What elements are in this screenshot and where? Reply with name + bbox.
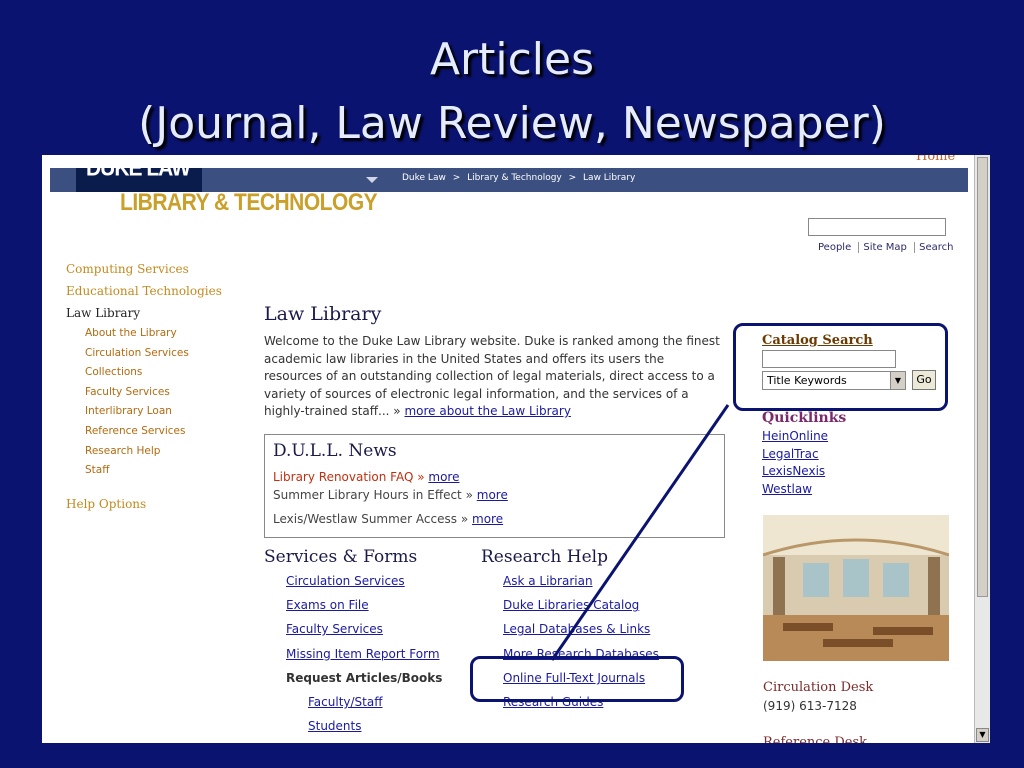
news-title: D.U.L.L. News [273, 441, 397, 461]
sidebar-item-help-options[interactable]: Help Options [66, 493, 222, 515]
lexisnexis-link[interactable]: LexisNexis [762, 464, 825, 478]
quicklink-item: Westlaw [762, 481, 846, 499]
logo-library-technology[interactable]: LIBRARY & TECHNOLOGY [120, 189, 378, 217]
research-link: Duke Libraries Catalog [481, 593, 659, 617]
sidebar-item-faculty[interactable]: Faculty Services [66, 383, 222, 403]
scroll-down-arrow-icon[interactable]: ▼ [976, 728, 989, 742]
services-title: Services & Forms [264, 547, 418, 567]
catalog-search-highlight [733, 323, 948, 411]
heinonline-link[interactable]: HeinOnline [762, 429, 828, 443]
slide-title-line2: (Journal, Law Review, Newspaper) [138, 98, 886, 149]
breadcrumb: Duke Law > Library & Technology > Law Li… [402, 173, 639, 183]
quicklink-item: LexisNexis [762, 463, 846, 481]
circulation-desk: Circulation Desk (919) 613-7128 [763, 680, 873, 713]
vertical-scrollbar[interactable]: ▼ [974, 155, 990, 743]
legal-databases-link[interactable]: Legal Databases & Links [503, 622, 650, 636]
news-box: D.U.L.L. News Library Renovation FAQ » m… [264, 434, 725, 538]
quicklinks: Quicklinks HeinOnline LegalTrac LexisNex… [762, 410, 846, 498]
news-item: Lexis/Westlaw Summer Access » more [273, 507, 716, 531]
services-forms: Services & Forms Circulation Services Ex… [264, 547, 442, 738]
news-item-text: Library Renovation FAQ » [273, 470, 425, 484]
sidebar-item-computing-services[interactable]: Computing Services [66, 258, 222, 280]
services-link: Students [264, 714, 442, 738]
services-link: Exams on File [264, 593, 442, 617]
services-link: Missing Item Report Form [264, 642, 442, 666]
exams-on-file-link[interactable]: Exams on File [286, 598, 369, 612]
faculty-services-link[interactable]: Faculty Services [286, 622, 383, 636]
circulation-desk-phone: (919) 613-7128 [763, 699, 857, 713]
legaltrac-link[interactable]: LegalTrac [762, 447, 819, 461]
sidebar-item-law-library[interactable]: Law Library [66, 302, 222, 324]
news-item: Summer Library Hours in Effect » more [273, 483, 716, 507]
page-title: Law Library [264, 303, 382, 325]
library-photo [763, 515, 949, 661]
home-link[interactable]: Home [916, 155, 955, 164]
sidebar-item-educational-technologies[interactable]: Educational Technologies [66, 280, 222, 302]
research-title: Research Help [481, 547, 608, 567]
services-link: Faculty Services [264, 617, 442, 641]
duke-catalog-link[interactable]: Duke Libraries Catalog [503, 598, 639, 612]
people-link[interactable]: People [818, 242, 855, 253]
more-about-link[interactable]: more about the Law Library [404, 404, 570, 418]
news-item-text: Summer Library Hours in Effect » [273, 488, 473, 502]
missing-item-link[interactable]: Missing Item Report Form [286, 647, 440, 661]
westlaw-link[interactable]: Westlaw [762, 482, 812, 496]
intro-text: Welcome to the Duke Law Library website.… [264, 333, 724, 421]
site-search-input[interactable] [808, 218, 946, 236]
news-item-text: Lexis/Westlaw Summer Access » [273, 512, 469, 526]
breadcrumb-sep: > [568, 173, 577, 183]
circulation-desk-title: Circulation Desk [763, 680, 874, 695]
breadcrumb-duke-law[interactable]: Duke Law [402, 173, 446, 183]
circulation-services-link[interactable]: Circulation Services [286, 574, 405, 588]
news-more-link[interactable]: more [472, 512, 503, 526]
sidebar-item-staff[interactable]: Staff [66, 461, 222, 481]
sidebar-item-about[interactable]: About the Library [66, 324, 222, 344]
quicklink-item: LegalTrac [762, 446, 846, 464]
dropdown-triangle-icon[interactable] [366, 177, 378, 183]
research-link: Ask a Librarian [481, 569, 659, 593]
sidebar-item-circulation[interactable]: Circulation Services [66, 344, 222, 364]
students-link[interactable]: Students [308, 719, 362, 733]
reference-desk-title: Reference Desk [763, 735, 868, 743]
sidebar-item-interlibrary-loan[interactable]: Interlibrary Loan [66, 402, 222, 422]
ask-librarian-link[interactable]: Ask a Librarian [503, 574, 593, 588]
utility-links: People Site Map Search [818, 242, 958, 253]
breadcrumb-library-technology[interactable]: Library & Technology [467, 173, 562, 183]
sidebar-item-research-help[interactable]: Research Help [66, 442, 222, 462]
quicklink-item: HeinOnline [762, 428, 846, 446]
research-link: Legal Databases & Links [481, 617, 659, 641]
sidebar-item-collections[interactable]: Collections [66, 363, 222, 383]
breadcrumb-sep: > [452, 173, 461, 183]
slide-title: Articles (Journal, Law Review, Newspaper… [0, 28, 1024, 156]
quicklinks-title: Quicklinks [762, 410, 847, 426]
logo-duke-law[interactable]: DUKE LAW [86, 156, 191, 182]
news-more-link[interactable]: more [428, 470, 459, 484]
scroll-thumb[interactable] [977, 157, 988, 597]
search-link[interactable]: Search [914, 242, 958, 253]
request-articles-label: Request Articles/Books [286, 670, 443, 685]
services-link: Faculty/Staff [264, 690, 442, 714]
sidebar-nav: Computing Services Educational Technolog… [66, 258, 222, 515]
sidebar-item-reference[interactable]: Reference Services [66, 422, 222, 442]
browser-screenshot: Home Duke Law > Library & Technology > L… [42, 155, 990, 743]
services-link: Circulation Services [264, 569, 442, 593]
site-map-link[interactable]: Site Map [858, 242, 911, 253]
slide-title-line1: Articles [429, 34, 595, 85]
breadcrumb-law-library[interactable]: Law Library [583, 173, 635, 183]
online-journals-highlight [470, 656, 684, 702]
news-more-link[interactable]: more [477, 488, 508, 502]
faculty-staff-link[interactable]: Faculty/Staff [308, 695, 382, 709]
